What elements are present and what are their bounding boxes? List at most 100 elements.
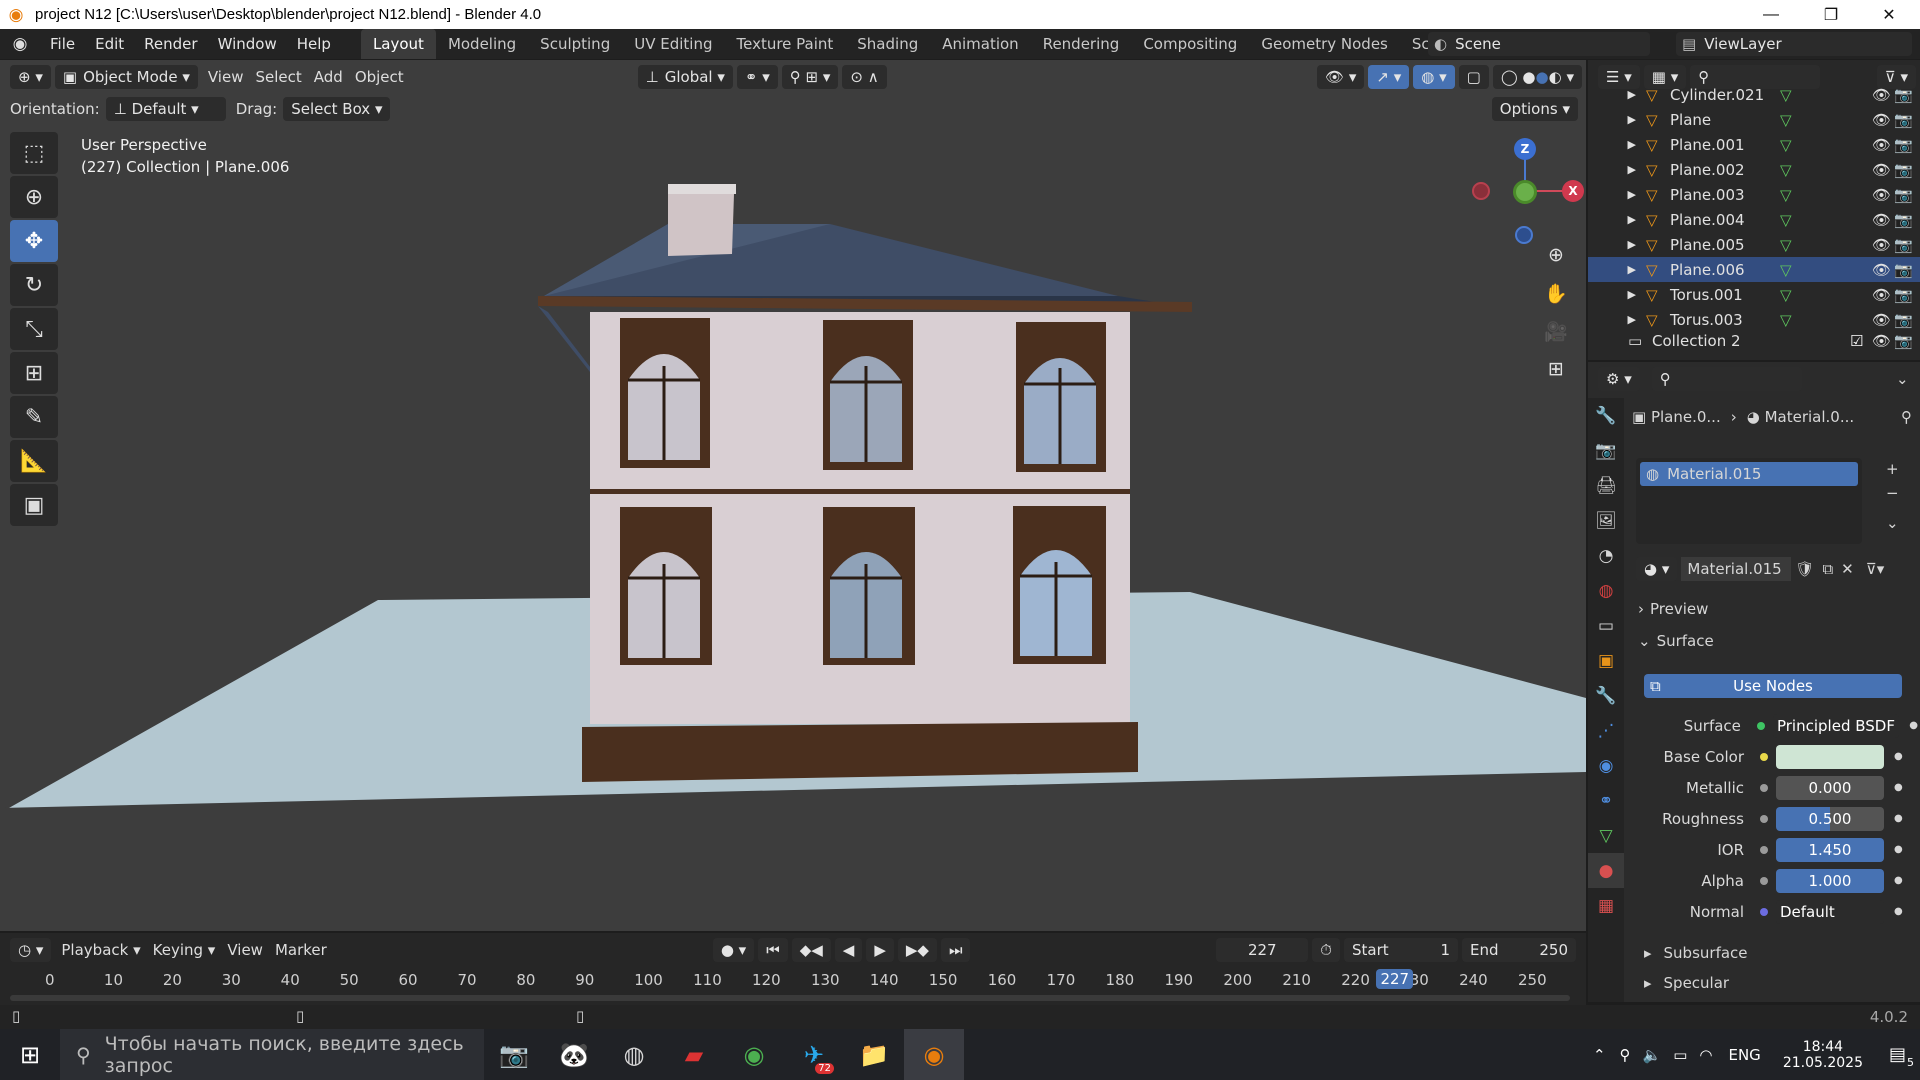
keyframe-dot-icon[interactable]: ● xyxy=(1894,782,1903,793)
outliner-item[interactable]: ▶ ▽ Torus.001 ▽ 👁 📷 xyxy=(1588,282,1920,307)
camera-view-icon[interactable]: 🎥 xyxy=(1539,314,1573,348)
socket-icon[interactable] xyxy=(1756,721,1765,730)
red-app-icon[interactable]: ▰ xyxy=(664,1029,724,1080)
tool-tab-icon[interactable]: 🔧 xyxy=(1588,398,1624,433)
blender-taskbar-icon[interactable]: ◉ xyxy=(904,1029,964,1080)
scale-tool[interactable]: ⤡ xyxy=(10,308,58,350)
shader-field[interactable]: Principled BSDF xyxy=(1772,713,1900,738)
socket-icon[interactable] xyxy=(1760,845,1768,854)
view-layer-tab-icon[interactable]: 🖼 xyxy=(1588,503,1624,538)
object-tab-icon[interactable]: ▣ xyxy=(1588,643,1624,678)
camera-icon[interactable]: 📷 xyxy=(1894,86,1920,104)
expand-arrow-icon[interactable]: ▶ xyxy=(1588,238,1646,251)
shading-modes[interactable]: ◯ ● ● ◐ ▾ xyxy=(1492,65,1582,89)
socket-icon[interactable] xyxy=(1760,783,1768,792)
drag-dropdown[interactable]: Select Box ▾ xyxy=(283,97,391,121)
keyframe-dot-icon[interactable]: ● xyxy=(1894,875,1903,886)
move-tool[interactable]: ✥ xyxy=(10,220,58,262)
eye-icon[interactable]: 👁 xyxy=(1872,186,1894,204)
world-tab-icon[interactable]: ◍ xyxy=(1588,573,1624,608)
specular-panel[interactable]: ▸ Specular xyxy=(1644,974,1729,992)
output-tab-icon[interactable]: 🖨 xyxy=(1588,468,1624,503)
chrome-icon[interactable]: ◉ xyxy=(724,1029,784,1080)
menu-file[interactable]: File xyxy=(40,29,85,59)
menu-help[interactable]: Help xyxy=(287,29,341,59)
material-tab-icon[interactable]: ● xyxy=(1588,853,1624,888)
start-frame-field[interactable]: Start 1 xyxy=(1344,938,1458,962)
jump-key-forward-icon[interactable]: ▶◆ xyxy=(897,938,937,962)
texture-tab-icon[interactable]: ▦ xyxy=(1588,888,1624,923)
record-button[interactable]: ● ▾ xyxy=(712,938,755,962)
expand-arrow-icon[interactable]: ▶ xyxy=(1588,213,1646,226)
socket-icon[interactable] xyxy=(1760,876,1768,885)
material-name-field[interactable]: Material.015 xyxy=(1681,557,1792,581)
playhead[interactable]: 227 xyxy=(1376,969,1414,989)
panda-app-icon[interactable]: 🐼 xyxy=(544,1029,604,1080)
snap-toggle[interactable]: ⚲ ⊞ ▾ xyxy=(781,65,839,89)
base-color-swatch[interactable] xyxy=(1776,744,1884,769)
minimize-button[interactable]: — xyxy=(1748,0,1794,29)
timeline-menu-view[interactable]: View xyxy=(221,941,269,959)
numeric-field[interactable]: 0.500 xyxy=(1776,806,1884,831)
link-field[interactable]: Default xyxy=(1776,899,1884,924)
outliner-collection-2[interactable]: ▭ Collection 2 ☑ 👁 📷 xyxy=(1588,328,1920,353)
close-button[interactable]: ✕ xyxy=(1866,0,1912,29)
keyframe-dot-icon[interactable]: ● xyxy=(1894,813,1903,824)
tab-uv-editing[interactable]: UV Editing xyxy=(622,29,724,59)
tab-compositing[interactable]: Compositing xyxy=(1131,29,1249,59)
use-nodes-button[interactable]: ⧉ Use Nodes xyxy=(1644,674,1902,698)
tab-layout[interactable]: Layout xyxy=(360,29,436,59)
socket-icon[interactable] xyxy=(1760,814,1768,823)
transform-orientation-dropdown[interactable]: ⊥ Global ▾ xyxy=(637,65,733,89)
maximize-button[interactable]: ❐ xyxy=(1808,0,1854,29)
timeline-menu-marker[interactable]: Marker xyxy=(269,941,333,959)
material-slot[interactable]: ◍ Material.015 xyxy=(1640,462,1858,486)
tab-modeling[interactable]: Modeling xyxy=(436,29,528,59)
collection-tab-icon[interactable]: ▭ xyxy=(1588,608,1624,643)
expand-arrow-icon[interactable]: ▶ xyxy=(1588,288,1646,301)
jump-end-icon[interactable]: ⏭ xyxy=(940,938,971,962)
keyframe-dot-icon[interactable]: ● xyxy=(1909,720,1918,731)
duplicate-material-icon[interactable]: ⧉ xyxy=(1822,560,1833,578)
battery-icon[interactable]: ▭ xyxy=(1673,1046,1687,1064)
menu-window[interactable]: Window xyxy=(208,29,287,59)
play-reverse-icon[interactable]: ◀ xyxy=(834,938,863,962)
timeline-ruler[interactable]: 0 10 20 30 40 50 60 70 80 90 100 110 120 130 140 150 160… xyxy=(0,967,1586,995)
orientation-dropdown[interactable]: ⊥ Default ▾ xyxy=(105,97,226,121)
eye-icon[interactable]: 👁 xyxy=(1872,86,1894,104)
expand-arrow-icon[interactable]: ▶ xyxy=(1588,313,1646,326)
eye-icon[interactable]: 👁 xyxy=(1872,286,1894,304)
menu-render[interactable]: Render xyxy=(134,29,207,59)
camera-icon[interactable]: 📷 xyxy=(1894,261,1920,279)
physics-tab-icon[interactable]: ◉ xyxy=(1588,748,1624,783)
eye-icon[interactable]: 👁 xyxy=(1872,311,1894,329)
menu-edit[interactable]: Edit xyxy=(85,29,134,59)
annotate-tool[interactable]: ✎ xyxy=(10,396,58,438)
measure-tool[interactable]: 📐 xyxy=(10,440,58,482)
browse-material-icon[interactable]: ◕ ▾ xyxy=(1636,557,1678,581)
outliner-item[interactable]: ▶ ▽ Cylinder.021 ▽ 👁 📷 xyxy=(1588,82,1920,107)
eye-icon[interactable]: 👁 xyxy=(1872,332,1894,350)
proportional-edit-toggle[interactable]: ⊙ ∧ xyxy=(842,65,887,89)
tray-app-icon[interactable]: ⚲ xyxy=(1620,1046,1631,1064)
gizmo-x-axis[interactable]: X xyxy=(1562,180,1584,202)
viewport-menu-object[interactable]: Object xyxy=(349,68,410,86)
tab-geometry-nodes[interactable]: Geometry Nodes xyxy=(1249,29,1400,59)
timeline-scrollbar[interactable] xyxy=(10,995,1570,1001)
timeline-menu-keying[interactable]: Keying ▾ xyxy=(147,941,222,959)
cursor-tool[interactable]: ⊕ xyxy=(10,176,58,218)
current-frame-field[interactable]: 227 xyxy=(1216,938,1309,962)
gizmo-neg-x[interactable] xyxy=(1472,182,1490,200)
end-frame-field[interactable]: End 250 xyxy=(1462,938,1576,962)
tab-sculpting[interactable]: Sculpting xyxy=(528,29,622,59)
keyframe-dot-icon[interactable]: ● xyxy=(1894,906,1903,917)
3d-viewport[interactable]: ⊕ ▾ ▣ Object Mode ▾ View Select Add Objec… xyxy=(0,60,1586,931)
pivot-dropdown[interactable]: ⚭ ▾ xyxy=(736,65,778,89)
xray-toggle[interactable]: ▢ xyxy=(1458,65,1489,89)
preview-panel-header[interactable]: › Preview xyxy=(1632,596,1916,622)
camera-icon[interactable]: 📷 xyxy=(1894,161,1920,179)
telegram-icon[interactable]: ✈ 72 xyxy=(784,1029,844,1080)
tray-chevron-icon[interactable]: ⌃ xyxy=(1593,1046,1606,1064)
outliner-item[interactable]: ▶ ▽ Plane.001 ▽ 👁 📷 xyxy=(1588,132,1920,157)
camera-icon[interactable]: 📷 xyxy=(1894,236,1920,254)
